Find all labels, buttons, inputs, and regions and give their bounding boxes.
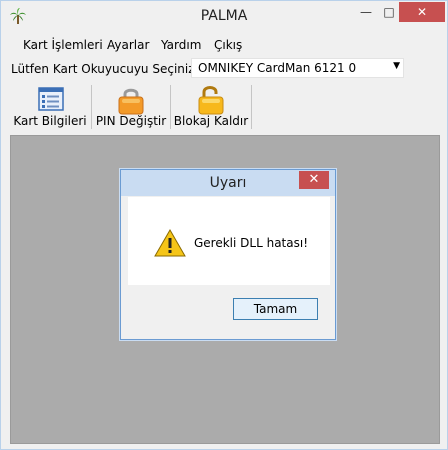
unblock-label: Blokaj Kaldır: [173, 114, 249, 128]
change-pin-button[interactable]: PIN Değiştir: [94, 84, 168, 130]
reader-select-value: OMNIKEY CardMan 6121 0: [198, 61, 357, 75]
reader-label: Lütfen Kart Okuyucuyu Seçiniz :: [11, 62, 203, 76]
card-info-icon: [38, 87, 64, 114]
dialog-message: Gerekli DLL hatası!: [194, 236, 309, 250]
dialog-close-button[interactable]: ✕: [299, 171, 329, 189]
menu-cikis[interactable]: Çıkış: [214, 38, 242, 52]
menu-ayarlar[interactable]: Ayarlar: [107, 38, 149, 52]
title-bar[interactable]: PALMA — □ ✕: [1, 1, 447, 32]
change-pin-label: PIN Değiştir: [95, 114, 167, 128]
close-button[interactable]: ✕: [399, 2, 445, 22]
warning-icon: [154, 228, 186, 260]
toolbar-separator: [251, 85, 252, 129]
unblock-button[interactable]: Blokaj Kaldır: [173, 84, 249, 130]
chevron-down-icon: ▼: [393, 61, 400, 71]
menu-kart-islemleri[interactable]: Kart İşlemleri: [23, 38, 103, 52]
toolbar-separator: [91, 85, 92, 129]
card-info-button[interactable]: Kart Bilgileri: [13, 84, 87, 130]
menu-yardim[interactable]: Yardım: [161, 38, 201, 52]
warning-dialog: Uyarı ✕ Gerekli DLL hatası! Tamam: [120, 169, 336, 340]
card-info-label: Kart Bilgileri: [13, 114, 87, 128]
reader-select[interactable]: OMNIKEY CardMan 6121 0 ▼: [191, 58, 404, 78]
unlock-icon: [196, 84, 226, 118]
toolbar-separator: [170, 85, 171, 129]
main-window: PALMA — □ ✕ Kart İşlemleri Ayarlar Yardı…: [0, 0, 448, 450]
dialog-title-bar[interactable]: Uyarı ✕: [121, 170, 335, 196]
ok-button[interactable]: Tamam: [233, 298, 318, 320]
